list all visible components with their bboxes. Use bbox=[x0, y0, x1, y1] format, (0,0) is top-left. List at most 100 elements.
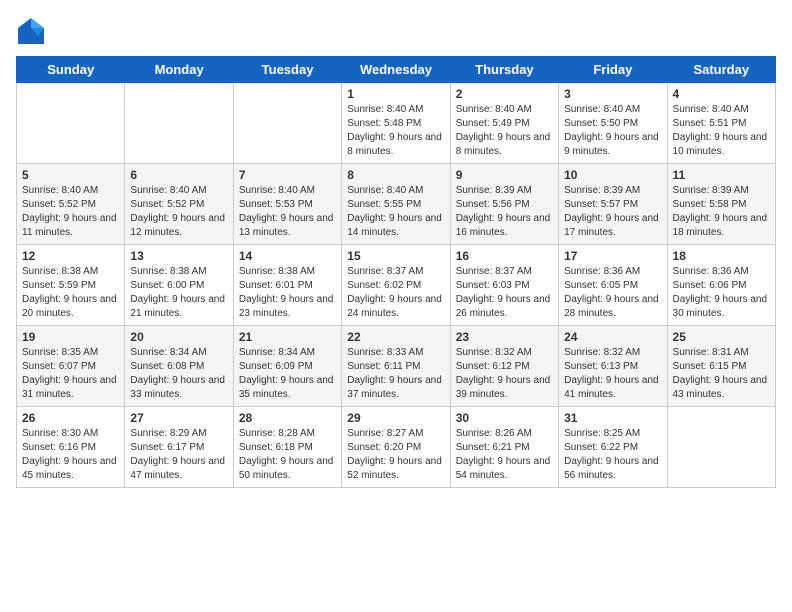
day-number: 18 bbox=[673, 249, 770, 263]
calendar-cell bbox=[233, 83, 341, 164]
page: SundayMondayTuesdayWednesdayThursdayFrid… bbox=[0, 0, 792, 612]
calendar-cell: 31 Sunrise: 8:25 AM Sunset: 6:22 PM Dayli… bbox=[559, 407, 667, 488]
week-row-0: 1Sunrise: 8:40 AM Sunset: 5:48 PM Daylig… bbox=[17, 83, 776, 164]
day-info: Sunrise: 8:30 AM Sunset: 6:16 PM Dayligh… bbox=[22, 427, 119, 483]
calendar-cell: 14 Sunrise: 8:38 AM Sunset: 6:01 PM Dayli… bbox=[233, 245, 341, 326]
calendar-cell: 27 Sunrise: 8:29 AM Sunset: 6:17 PM Dayli… bbox=[125, 407, 233, 488]
day-info: Sunrise: 8:39 AM Sunset: 5:58 PM Dayligh… bbox=[673, 184, 770, 240]
day-info: Sunrise: 8:32 AM Sunset: 6:13 PM Dayligh… bbox=[564, 346, 661, 402]
calendar-cell: 29Sunrise: 8:27 AM Sunset: 6:20 PM Dayli… bbox=[342, 407, 450, 488]
calendar-cell: 3Sunrise: 8:40 AM Sunset: 5:50 PM Daylig… bbox=[559, 83, 667, 164]
weekday-header-friday: Friday bbox=[559, 57, 667, 83]
calendar-cell: 22Sunrise: 8:33 AM Sunset: 6:11 PM Dayli… bbox=[342, 326, 450, 407]
calendar-cell: 24 Sunrise: 8:32 AM Sunset: 6:13 PM Dayli… bbox=[559, 326, 667, 407]
day-number: 5 bbox=[22, 168, 119, 182]
day-number: 28 bbox=[239, 411, 336, 425]
day-number: 7 bbox=[239, 168, 336, 182]
day-info: Sunrise: 8:40 AM Sunset: 5:53 PM Dayligh… bbox=[239, 184, 336, 240]
calendar-cell: 19 Sunrise: 8:35 AM Sunset: 6:07 PM Dayli… bbox=[17, 326, 125, 407]
day-info: Sunrise: 8:33 AM Sunset: 6:11 PM Dayligh… bbox=[347, 346, 444, 402]
day-info: Sunrise: 8:38 AM Sunset: 5:59 PM Dayligh… bbox=[22, 265, 119, 321]
day-info: Sunrise: 8:39 AM Sunset: 5:56 PM Dayligh… bbox=[456, 184, 553, 240]
calendar-cell: 23 Sunrise: 8:32 AM Sunset: 6:12 PM Dayli… bbox=[450, 326, 558, 407]
day-number: 26 bbox=[22, 411, 119, 425]
day-info: Sunrise: 8:36 AM Sunset: 6:06 PM Dayligh… bbox=[673, 265, 770, 321]
day-number: 4 bbox=[673, 87, 770, 101]
day-number: 13 bbox=[130, 249, 227, 263]
day-info: Sunrise: 8:34 AM Sunset: 6:09 PM Dayligh… bbox=[239, 346, 336, 402]
calendar-cell: 8 Sunrise: 8:40 AM Sunset: 5:55 PM Daylig… bbox=[342, 164, 450, 245]
calendar-cell: 21 Sunrise: 8:34 AM Sunset: 6:09 PM Dayli… bbox=[233, 326, 341, 407]
day-info: Sunrise: 8:40 AM Sunset: 5:55 PM Dayligh… bbox=[347, 184, 444, 240]
day-info: Sunrise: 8:26 AM Sunset: 6:21 PM Dayligh… bbox=[456, 427, 553, 483]
day-info: Sunrise: 8:37 AM Sunset: 6:02 PM Dayligh… bbox=[347, 265, 444, 321]
day-info: Sunrise: 8:40 AM Sunset: 5:52 PM Dayligh… bbox=[22, 184, 119, 240]
day-info: Sunrise: 8:32 AM Sunset: 6:12 PM Dayligh… bbox=[456, 346, 553, 402]
calendar-cell: 9Sunrise: 8:39 AM Sunset: 5:56 PM Daylig… bbox=[450, 164, 558, 245]
day-info: Sunrise: 8:40 AM Sunset: 5:49 PM Dayligh… bbox=[456, 103, 553, 159]
day-number: 8 bbox=[347, 168, 444, 182]
day-number: 21 bbox=[239, 330, 336, 344]
day-info: Sunrise: 8:38 AM Sunset: 6:01 PM Dayligh… bbox=[239, 265, 336, 321]
day-info: Sunrise: 8:29 AM Sunset: 6:17 PM Dayligh… bbox=[130, 427, 227, 483]
weekday-header-saturday: Saturday bbox=[667, 57, 775, 83]
week-row-3: 19 Sunrise: 8:35 AM Sunset: 6:07 PM Dayli… bbox=[17, 326, 776, 407]
calendar-cell: 18 Sunrise: 8:36 AM Sunset: 6:06 PM Dayli… bbox=[667, 245, 775, 326]
day-number: 17 bbox=[564, 249, 661, 263]
weekday-header-wednesday: Wednesday bbox=[342, 57, 450, 83]
calendar-cell: 15 Sunrise: 8:37 AM Sunset: 6:02 PM Dayli… bbox=[342, 245, 450, 326]
day-number: 16 bbox=[456, 249, 553, 263]
weekday-header-monday: Monday bbox=[125, 57, 233, 83]
calendar-cell: 2 Sunrise: 8:40 AM Sunset: 5:49 PM Daylig… bbox=[450, 83, 558, 164]
calendar-cell: 25 Sunrise: 8:31 AM Sunset: 6:15 PM Dayli… bbox=[667, 326, 775, 407]
calendar-cell: 16 Sunrise: 8:37 AM Sunset: 6:03 PM Dayli… bbox=[450, 245, 558, 326]
calendar-cell: 28 Sunrise: 8:28 AM Sunset: 6:18 PM Dayli… bbox=[233, 407, 341, 488]
day-info: Sunrise: 8:28 AM Sunset: 6:18 PM Dayligh… bbox=[239, 427, 336, 483]
day-info: Sunrise: 8:31 AM Sunset: 6:15 PM Dayligh… bbox=[673, 346, 770, 402]
calendar-cell: 7 Sunrise: 8:40 AM Sunset: 5:53 PM Daylig… bbox=[233, 164, 341, 245]
day-info: Sunrise: 8:25 AM Sunset: 6:22 PM Dayligh… bbox=[564, 427, 661, 483]
week-row-1: 5 Sunrise: 8:40 AM Sunset: 5:52 PM Daylig… bbox=[17, 164, 776, 245]
calendar-cell bbox=[667, 407, 775, 488]
day-number: 27 bbox=[130, 411, 227, 425]
logo bbox=[16, 16, 50, 46]
day-info: Sunrise: 8:34 AM Sunset: 6:08 PM Dayligh… bbox=[130, 346, 227, 402]
calendar-table: SundayMondayTuesdayWednesdayThursdayFrid… bbox=[16, 56, 776, 488]
day-number: 23 bbox=[456, 330, 553, 344]
day-number: 1 bbox=[347, 87, 444, 101]
logo-icon bbox=[16, 16, 46, 46]
calendar-cell: 10 Sunrise: 8:39 AM Sunset: 5:57 PM Dayli… bbox=[559, 164, 667, 245]
calendar-cell bbox=[125, 83, 233, 164]
day-number: 19 bbox=[22, 330, 119, 344]
day-info: Sunrise: 8:40 AM Sunset: 5:51 PM Dayligh… bbox=[673, 103, 770, 159]
calendar-cell: 20Sunrise: 8:34 AM Sunset: 6:08 PM Dayli… bbox=[125, 326, 233, 407]
day-info: Sunrise: 8:37 AM Sunset: 6:03 PM Dayligh… bbox=[456, 265, 553, 321]
calendar-cell: 5 Sunrise: 8:40 AM Sunset: 5:52 PM Daylig… bbox=[17, 164, 125, 245]
calendar-cell: 13Sunrise: 8:38 AM Sunset: 6:00 PM Dayli… bbox=[125, 245, 233, 326]
header bbox=[16, 16, 776, 46]
weekday-header-sunday: Sunday bbox=[17, 57, 125, 83]
weekday-header-tuesday: Tuesday bbox=[233, 57, 341, 83]
day-number: 14 bbox=[239, 249, 336, 263]
day-number: 30 bbox=[456, 411, 553, 425]
day-info: Sunrise: 8:35 AM Sunset: 6:07 PM Dayligh… bbox=[22, 346, 119, 402]
day-number: 24 bbox=[564, 330, 661, 344]
calendar-cell: 6 Sunrise: 8:40 AM Sunset: 5:52 PM Daylig… bbox=[125, 164, 233, 245]
day-number: 3 bbox=[564, 87, 661, 101]
day-number: 25 bbox=[673, 330, 770, 344]
day-number: 2 bbox=[456, 87, 553, 101]
day-number: 11 bbox=[673, 168, 770, 182]
day-number: 6 bbox=[130, 168, 227, 182]
day-number: 10 bbox=[564, 168, 661, 182]
weekday-header-thursday: Thursday bbox=[450, 57, 558, 83]
day-info: Sunrise: 8:40 AM Sunset: 5:52 PM Dayligh… bbox=[130, 184, 227, 240]
week-row-4: 26 Sunrise: 8:30 AM Sunset: 6:16 PM Dayli… bbox=[17, 407, 776, 488]
day-number: 31 bbox=[564, 411, 661, 425]
day-number: 12 bbox=[22, 249, 119, 263]
day-info: Sunrise: 8:36 AM Sunset: 6:05 PM Dayligh… bbox=[564, 265, 661, 321]
day-number: 15 bbox=[347, 249, 444, 263]
calendar-cell: 30 Sunrise: 8:26 AM Sunset: 6:21 PM Dayli… bbox=[450, 407, 558, 488]
calendar-cell: 11 Sunrise: 8:39 AM Sunset: 5:58 PM Dayli… bbox=[667, 164, 775, 245]
day-info: Sunrise: 8:39 AM Sunset: 5:57 PM Dayligh… bbox=[564, 184, 661, 240]
calendar-cell bbox=[17, 83, 125, 164]
